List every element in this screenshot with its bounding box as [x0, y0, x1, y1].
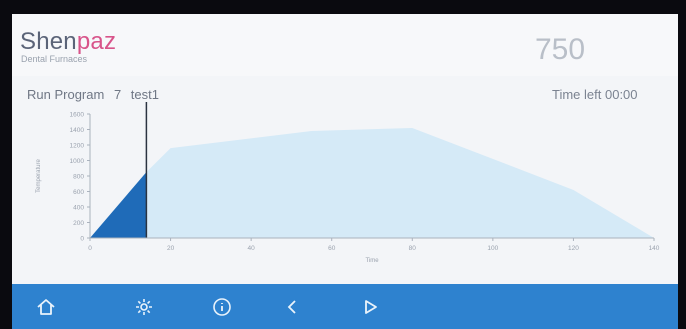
- y-tick-label: 1600: [70, 112, 85, 119]
- x-tick-label: 20: [167, 245, 175, 252]
- program-name: test1: [130, 87, 159, 102]
- y-axis-label: Temperature: [36, 158, 42, 192]
- info-icon: [213, 297, 231, 316]
- brand-main: Shen: [20, 28, 77, 55]
- settings-button[interactable]: [116, 284, 172, 329]
- device-bezel-top: [0, 0, 686, 14]
- device-bezel-right: [678, 14, 686, 329]
- play-icon: [365, 299, 377, 314]
- temperature-chart: 0 200 400 600 800 1000 1200 1400 1600 0 20 40 60 80 10…: [12, 102, 678, 278]
- brand-accent: paz: [76, 28, 117, 55]
- bottom-nav-bar: [12, 284, 678, 329]
- program-number: 7: [113, 87, 122, 102]
- y-tick-label: 600: [73, 189, 84, 196]
- furnace-screen: Shenpaz Dental Furnaces 750 Run Program …: [12, 14, 678, 329]
- time-left-value: 00:00: [604, 87, 638, 102]
- x-tick-label: 0: [88, 245, 92, 252]
- back-icon: [287, 299, 296, 314]
- run-program-line: Run Program 7 test1: [27, 87, 165, 102]
- time-left-label: Time left: [552, 87, 602, 102]
- y-tick-label: 1400: [70, 127, 85, 134]
- x-tick-label: 140: [649, 245, 660, 252]
- brand-logo: Shenpaz: [20, 30, 116, 54]
- run-program-label: Run Program: [27, 87, 105, 102]
- device-bezel-left: [0, 14, 12, 329]
- x-tick-label: 80: [409, 245, 417, 252]
- y-tick-label: 0: [80, 236, 84, 243]
- home-button[interactable]: [18, 284, 74, 329]
- x-tick-label: 40: [248, 245, 256, 252]
- y-tick-label: 200: [73, 220, 84, 227]
- planned-profile-area: [90, 127, 654, 238]
- home-icon: [37, 298, 55, 315]
- x-tick-label: 120: [568, 245, 579, 252]
- y-tick-label: 1200: [70, 143, 85, 150]
- y-tick-label: 400: [73, 205, 84, 212]
- play-button[interactable]: [342, 284, 398, 329]
- x-axis-label: Time: [365, 258, 379, 264]
- current-temperature: 750: [535, 33, 586, 66]
- x-tick-label: 100: [487, 245, 498, 252]
- x-tick-label: 60: [328, 245, 336, 252]
- time-left: Time left 00:00: [552, 87, 638, 102]
- y-tick-label: 1000: [70, 158, 85, 165]
- temperature-chart-svg: 0 200 400 600 800 1000 1200 1400 1600 0 20 40 60 80 10…: [36, 102, 660, 264]
- info-button[interactable]: [194, 284, 250, 329]
- settings-icon: [136, 298, 152, 315]
- brand-subtitle: Dental Furnaces: [21, 54, 88, 64]
- back-button[interactable]: [264, 284, 320, 329]
- header: Shenpaz Dental Furnaces 750: [12, 14, 678, 76]
- y-tick-label: 800: [73, 174, 84, 181]
- progress-fill: [90, 172, 147, 238]
